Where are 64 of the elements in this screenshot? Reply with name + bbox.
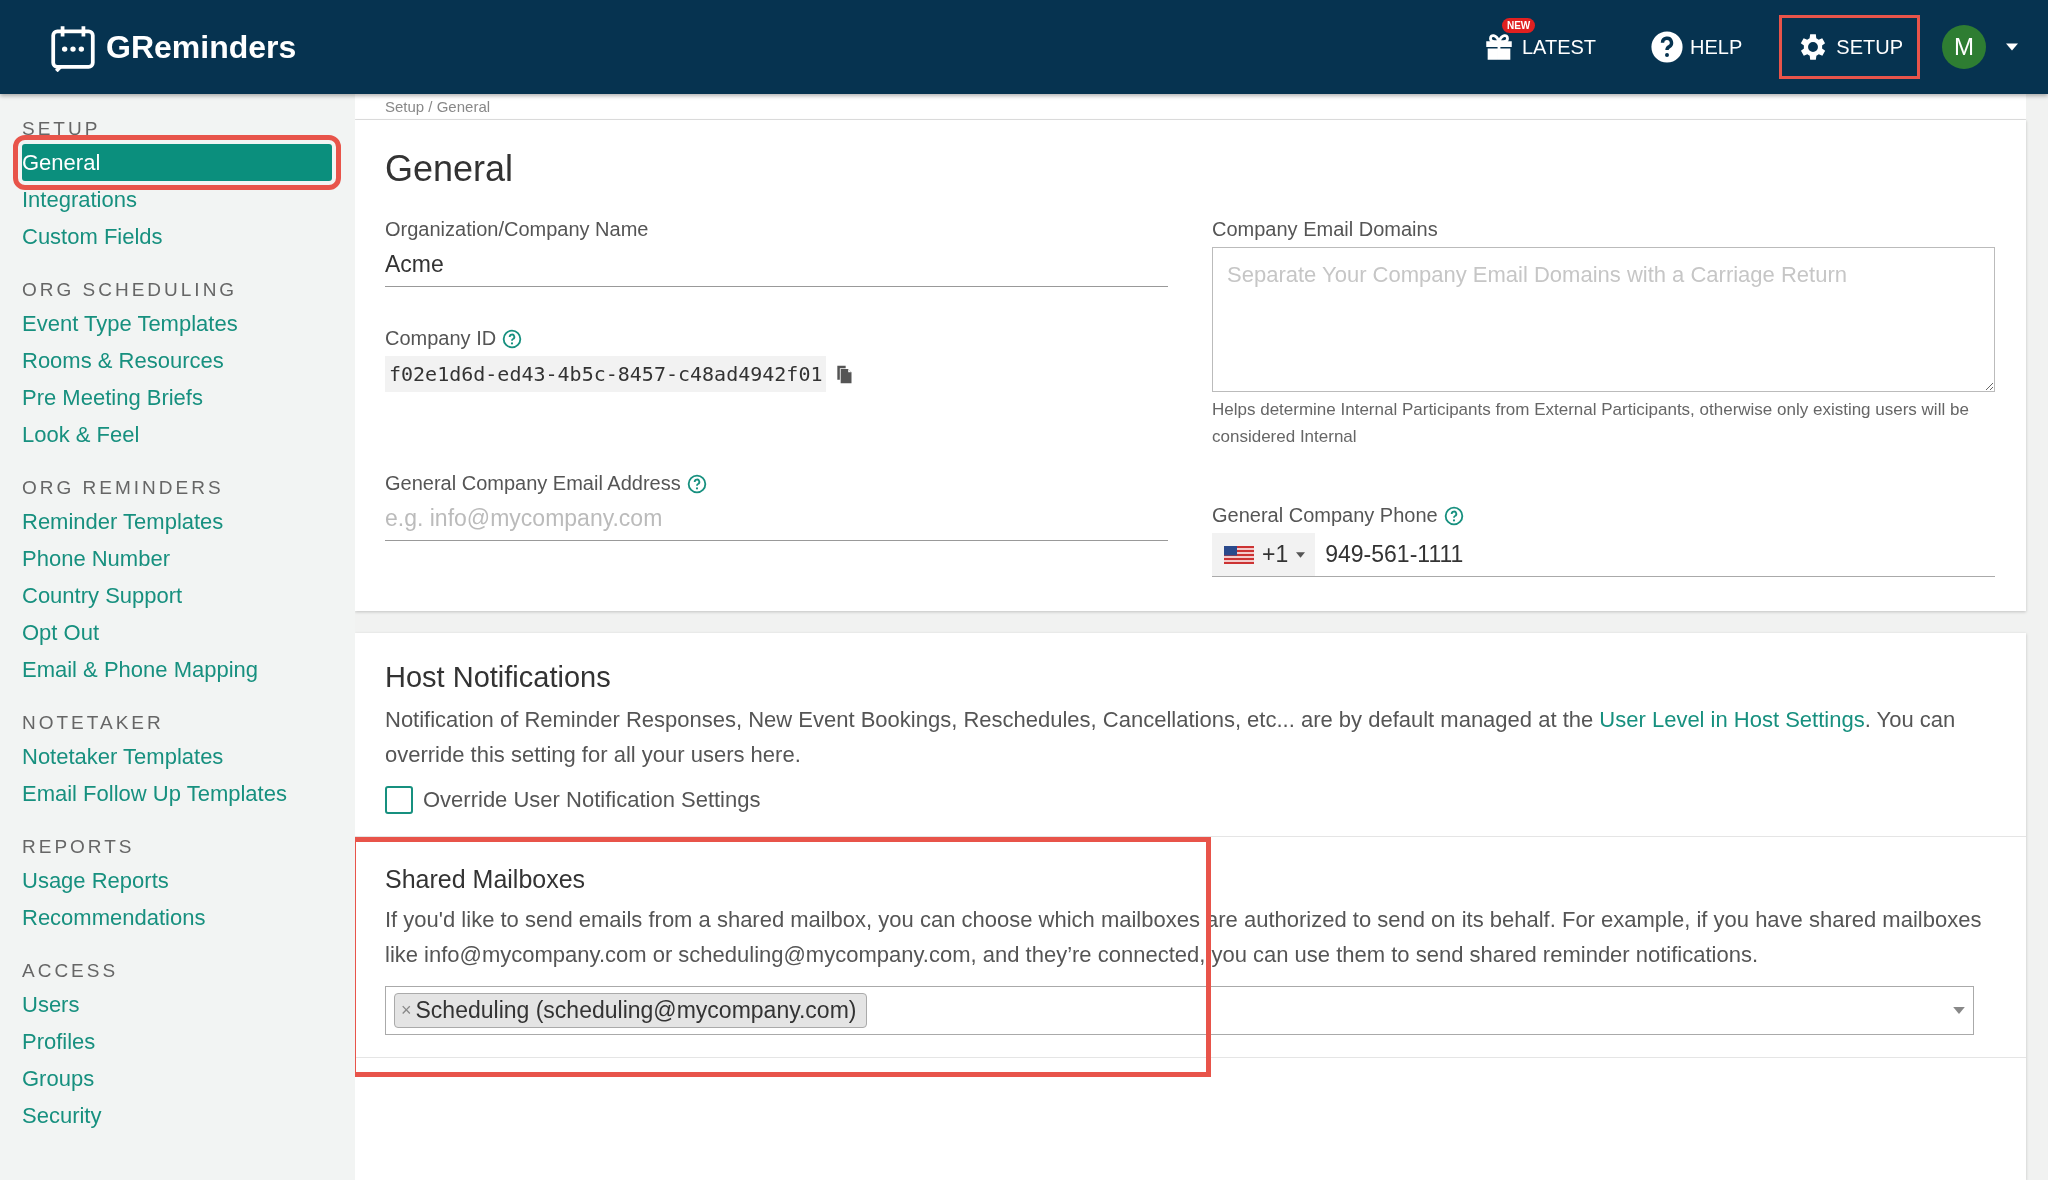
sidebar-item[interactable]: Security bbox=[22, 1097, 332, 1134]
help-icon bbox=[1650, 30, 1685, 64]
sidebar-item[interactable]: Profiles bbox=[22, 1023, 332, 1060]
section-heading: ORG REMINDERS bbox=[22, 476, 225, 500]
help-icon bbox=[502, 328, 523, 349]
host-settings-link[interactable]: User Level in Host Settings bbox=[1599, 707, 1865, 732]
sidebar-item[interactable]: Look & Feel bbox=[22, 416, 332, 453]
checkbox[interactable] bbox=[385, 786, 413, 814]
section-heading: ORG SCHEDULING bbox=[22, 278, 239, 302]
sidebar-item[interactable]: Integrations bbox=[22, 181, 332, 218]
sidebar-item[interactable]: Custom Fields bbox=[22, 218, 332, 255]
section-heading: REPORTS bbox=[22, 835, 136, 859]
country-code-dropdown[interactable]: +1 bbox=[1212, 533, 1316, 576]
app-logo-text: GReminders bbox=[106, 28, 297, 66]
company-name-field[interactable]: Acme bbox=[385, 247, 1168, 287]
description-text: Notification of Reminder Responses, New Event Bookings, Reschedules, Cancellations, etc... are by default managed at the User Level in Host Settings. You can override this setting for all your users here. bbox=[385, 706, 1957, 769]
flag-icon bbox=[1224, 545, 1254, 564]
copy-icon bbox=[834, 363, 855, 385]
checkbox-label: Override User Notification Settings bbox=[423, 787, 761, 813]
helper-text: Helps determine Internal Participants from External Participants, otherwise only existing users will be considered Internal bbox=[1212, 399, 1970, 448]
section-heading: SETUP bbox=[22, 117, 102, 141]
sidebar-item[interactable]: Email & Phone Mapping bbox=[22, 651, 332, 688]
field-label: Company Email Domains bbox=[1212, 218, 1438, 241]
help-icon bbox=[686, 473, 707, 494]
sidebar-item[interactable]: Notetaker Templates bbox=[22, 738, 332, 775]
field-label: General Company Email Address bbox=[385, 472, 681, 495]
new-badge: NEW bbox=[1501, 18, 1536, 33]
setup-button[interactable]: SETUP bbox=[1779, 15, 1920, 79]
sidebar-item[interactable]: Recommendations bbox=[22, 899, 332, 936]
company-id-text: f02e1d6d-ed43-4b5c-8457-c48ad4942f01 bbox=[385, 356, 827, 392]
latest-button[interactable]: NEW LATEST bbox=[1464, 15, 1614, 79]
breadcrumb: Setup / General bbox=[355, 94, 2026, 120]
sidebar-item[interactable]: Country Support bbox=[22, 577, 332, 614]
help-button[interactable]: HELP bbox=[1633, 15, 1760, 79]
sidebar-item[interactable]: Reminder Templates bbox=[22, 503, 332, 540]
sidebar-item[interactable]: Event Type Templates bbox=[22, 305, 332, 342]
chip-label: Scheduling (scheduling@mycompany.com) bbox=[415, 997, 857, 1024]
sidebar-item[interactable]: Usage Reports bbox=[22, 862, 332, 899]
sidebar-item[interactable]: Users bbox=[22, 986, 332, 1023]
sidebar-item[interactable]: Groups bbox=[22, 1060, 332, 1097]
section-title: Host Notifications bbox=[385, 661, 612, 694]
caret-icon bbox=[2006, 43, 2018, 51]
sidebar-item[interactable]: Email Follow Up Templates bbox=[22, 775, 332, 812]
sidebar-item[interactable]: Rooms & Resources bbox=[22, 342, 332, 379]
field-label: General Company Phone bbox=[1212, 504, 1438, 527]
field-label: Company ID bbox=[385, 327, 497, 350]
field-label: Organization/Company Name bbox=[385, 218, 649, 241]
mailbox-chip[interactable]: × Scheduling (scheduling@mycompany.com) bbox=[394, 993, 868, 1028]
sidebar-item[interactable]: Opt Out bbox=[22, 614, 332, 651]
sidebar-item[interactable]: Pre Meeting Briefs bbox=[22, 379, 332, 416]
phone-number-field[interactable]: 949-561-1111 bbox=[1315, 541, 1464, 568]
section-title: Shared Mailboxes bbox=[385, 865, 587, 894]
domains-field[interactable]: Separate Your Company Email Domains with a Carriage Return bbox=[1212, 247, 1995, 392]
user-avatar[interactable]: M bbox=[1942, 25, 1986, 69]
section-heading: ACCESS bbox=[22, 959, 120, 983]
mailbox-select[interactable]: × Scheduling (scheduling@mycompany.com) bbox=[385, 986, 1974, 1035]
remove-icon[interactable]: × bbox=[401, 1000, 412, 1021]
page-title: General bbox=[385, 148, 515, 190]
sidebar-item[interactable]: Phone Number bbox=[22, 540, 332, 577]
help-icon bbox=[1443, 505, 1464, 526]
caret-icon bbox=[1953, 1007, 1965, 1014]
section-heading: NOTETAKER bbox=[22, 711, 165, 735]
caret-icon bbox=[1296, 551, 1306, 558]
email-field[interactable]: e.g. info@mycompany.com bbox=[385, 501, 1168, 541]
